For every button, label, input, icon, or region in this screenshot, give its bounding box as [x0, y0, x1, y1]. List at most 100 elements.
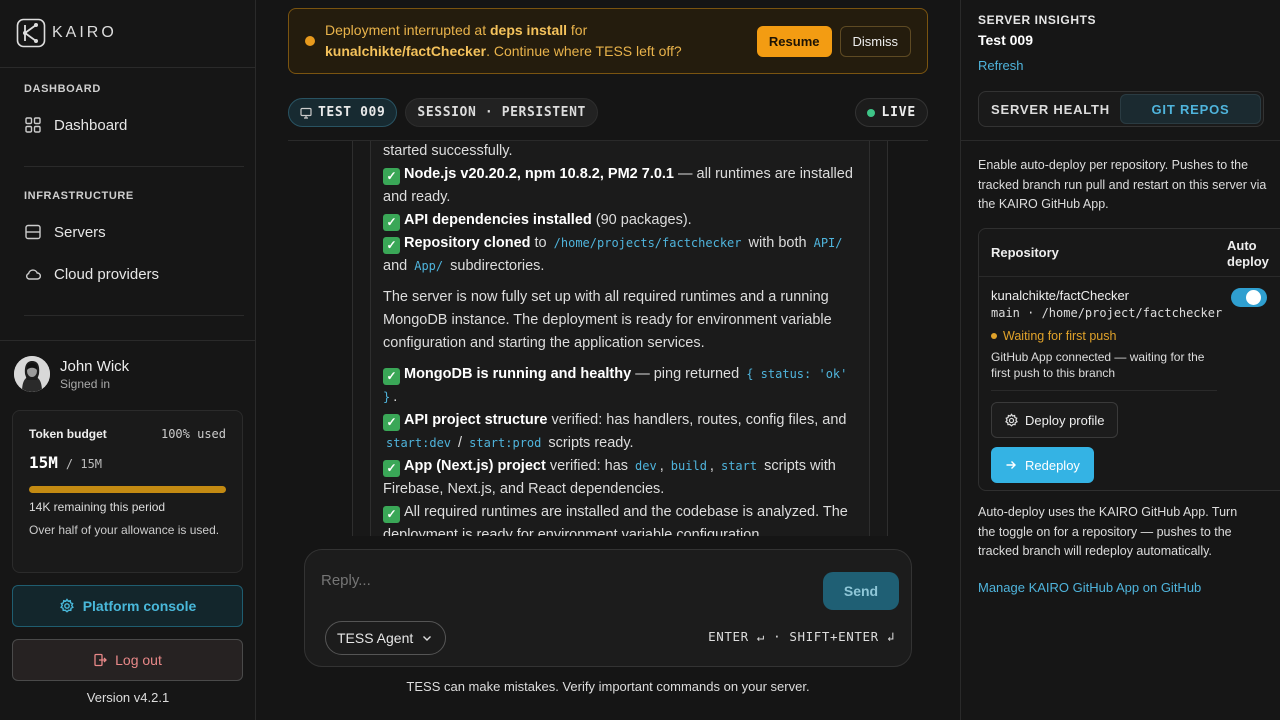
- message-bold: MongoDB is running and healthy: [404, 366, 632, 382]
- gear-icon: [1005, 412, 1018, 427]
- banner-text: Deployment interrupted at: [325, 22, 490, 38]
- platform-console-button[interactable]: Platform console: [12, 585, 243, 627]
- tab-server-health[interactable]: SERVER HEALTH: [981, 94, 1120, 124]
- message-text: verified: has handlers, routes, config f…: [547, 412, 847, 428]
- divider: [961, 140, 1280, 141]
- gear-icon: [59, 598, 74, 613]
- sidebar: KAIRO DASHBOARD Dashboard INFRASTRUCTURE…: [0, 0, 256, 720]
- cloud-icon: [26, 269, 42, 280]
- message-line: ✓ API dependencies installed (90 packages…: [383, 209, 857, 232]
- inline-code: API/: [813, 236, 843, 250]
- brand-name: KAIRO: [52, 24, 117, 41]
- check-icon: ✓: [383, 168, 400, 185]
- chat-transcript[interactable]: ✓ started successfully. ✓Node.js v20.20.…: [288, 140, 928, 536]
- token-budget-bar: [29, 486, 226, 493]
- refresh-link[interactable]: Refresh: [978, 58, 1024, 73]
- insights-tabs: SERVER HEALTH GIT REPOS: [978, 91, 1264, 127]
- message-outer-frame: ✓ started successfully. ✓Node.js v20.20.…: [352, 141, 888, 536]
- server-icon: [25, 224, 41, 240]
- token-budget-used: 100% used: [160, 427, 226, 441]
- logout-icon: [94, 653, 108, 667]
- inline-code: build: [670, 459, 707, 473]
- keyboard-hint: ENTER ↵ · SHIFT+ENTER ↲: [708, 629, 895, 644]
- deployment-interrupted-banner: Deployment interrupted at deps install f…: [288, 8, 928, 74]
- column-header-repository: Repository: [991, 245, 1059, 260]
- sidebar-item-dashboard[interactable]: Dashboard: [24, 116, 127, 134]
- message-bold: API dependencies installed: [404, 212, 592, 228]
- message-text: — ping returned: [631, 366, 744, 382]
- column-header-auto-deploy: Auto deploy: [1227, 238, 1269, 269]
- table-header: Repository Auto deploy: [979, 229, 1280, 277]
- session-name-chip[interactable]: TEST 009: [288, 98, 398, 127]
- token-budget-value: 15M: [29, 453, 58, 472]
- agent-select[interactable]: TESS Agent: [325, 621, 447, 655]
- reply-input[interactable]: [321, 572, 801, 589]
- message-line: ✓ Repository cloned to /home/projects/fac…: [383, 232, 857, 278]
- app-root: KAIRO DASHBOARD Dashboard INFRASTRUCTURE…: [0, 0, 1280, 720]
- banner-repo: kunalchikte/factChecker: [325, 43, 487, 59]
- git-repos-description: Enable auto-deploy per repository. Pushe…: [978, 158, 1267, 211]
- inline-code: dev: [635, 459, 657, 473]
- message-text: started successfully.: [383, 143, 513, 159]
- resume-button[interactable]: Resume: [756, 25, 832, 57]
- check-icon: ✓: [383, 237, 400, 254]
- user-name: John Wick: [60, 357, 130, 375]
- message-text: scripts ready.: [544, 435, 634, 451]
- repo-message: GitHub App connected — waiting for the f…: [991, 350, 1205, 380]
- disclaimer: TESS can make mistakes. Verify important…: [406, 679, 810, 694]
- banner-text: for: [567, 22, 588, 38]
- message-line: ✓ All required runtimes are installed and…: [383, 501, 857, 536]
- toggle-knob: [1246, 290, 1261, 305]
- kairo-logo-icon: [16, 18, 46, 48]
- session-chips: TEST 009 SESSION · PERSISTENT: [288, 98, 598, 127]
- deploy-profile-label: Deploy profile: [1025, 412, 1105, 428]
- sidebar-item-label: Cloud providers: [54, 265, 160, 283]
- tab-git-repos[interactable]: GIT REPOS: [1120, 94, 1261, 124]
- redeploy-button[interactable]: Redeploy: [991, 447, 1094, 483]
- check-icon: ✓: [383, 460, 400, 477]
- status-dot-icon: [991, 333, 997, 339]
- dismiss-button[interactable]: Dismiss: [839, 25, 911, 57]
- message-bold: App (Next.js) project: [404, 458, 546, 474]
- arrow-right-icon: [1006, 461, 1016, 469]
- auto-deploy-footer: Auto-deploy uses the KAIRO GitHub App. T…: [978, 505, 1238, 558]
- divider: [24, 315, 244, 316]
- inline-code: start:prod: [469, 436, 542, 450]
- inline-code: start: [720, 459, 758, 473]
- sidebar-item-servers[interactable]: Servers: [24, 223, 106, 241]
- chevron-down-icon: [423, 636, 432, 641]
- message-bold: API project structure: [404, 412, 548, 428]
- token-budget-remaining: 14K remaining this period: [29, 500, 166, 514]
- message-line: ✓ Node.js v20.20.2, npm 10.8.2, PM2 7.0.1…: [383, 163, 857, 209]
- message-text: ,: [709, 458, 714, 474]
- send-button[interactable]: Send: [823, 572, 899, 610]
- brand-logo[interactable]: KAIRO: [16, 18, 117, 48]
- live-dot-icon: [867, 108, 876, 117]
- inline-code: start:dev: [386, 436, 452, 450]
- check-icon: ✓: [383, 214, 400, 231]
- user-profile[interactable]: John Wick Signed in: [14, 356, 129, 392]
- platform-console-label: Platform console: [82, 598, 197, 614]
- message-text: to: [530, 235, 551, 251]
- auto-deploy-toggle[interactable]: [1231, 288, 1267, 307]
- banner-step: deps install: [489, 22, 568, 38]
- logout-button[interactable]: Log out: [12, 639, 243, 681]
- redeploy-label: Redeploy: [1025, 457, 1080, 473]
- live-status-badge: LIVE: [855, 98, 928, 127]
- avatar: [14, 356, 50, 392]
- repository-table: Repository Auto deploy kunalchikte/factC…: [978, 228, 1280, 491]
- message-text: (90 packages).: [591, 212, 692, 228]
- section-label-infrastructure: INFRASTRUCTURE: [24, 190, 134, 202]
- manage-github-app-link[interactable]: Manage KAIRO GitHub App on GitHub: [978, 580, 1201, 595]
- token-budget-total: / 15M: [65, 457, 103, 471]
- banner-text: . Continue where TESS left off?: [486, 43, 682, 59]
- inline-code: App/: [414, 259, 444, 273]
- deploy-profile-button[interactable]: Deploy profile: [991, 402, 1118, 438]
- session-name: TEST 009: [318, 105, 386, 120]
- avatar-image-icon: [14, 356, 50, 392]
- sidebar-item-cloud-providers[interactable]: Cloud providers: [24, 265, 159, 283]
- repo-status: Waiting for first push: [991, 329, 1116, 343]
- message-text: with both: [744, 235, 811, 251]
- sidebar-item-label: Servers: [54, 223, 106, 241]
- message-line: ✓ MongoDB is running and healthy — ping r…: [383, 363, 857, 409]
